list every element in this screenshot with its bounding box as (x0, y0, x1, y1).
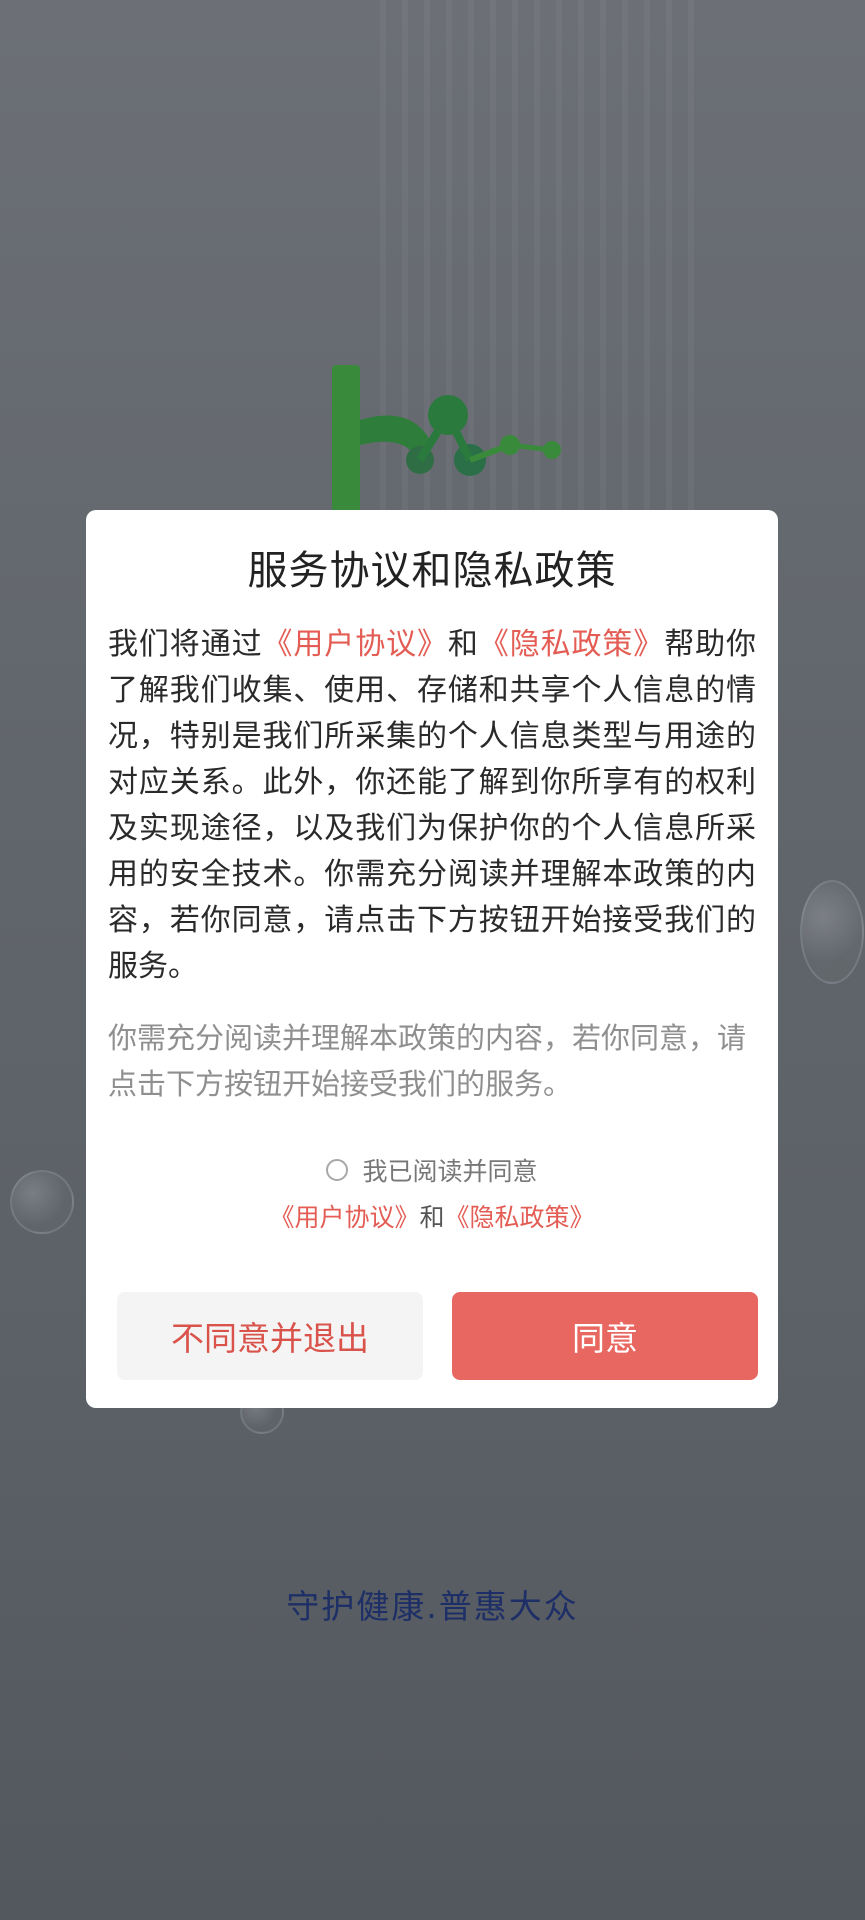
agree-checkbox-row[interactable]: 我已阅读并同意 (86, 1150, 778, 1190)
agree-radio-icon[interactable] (326, 1159, 349, 1181)
dialog-title: 服务协议和隐私政策 (247, 548, 617, 594)
body-text-part: 我们将通过 (108, 627, 263, 662)
app-logo-icon (332, 365, 561, 515)
user-agreement-link[interactable]: 《用户协议》 (263, 627, 448, 662)
agree-links: 《用户协议》和《隐私政策》 (86, 1198, 778, 1234)
agree-label: 我已阅读并同意 (362, 1157, 538, 1186)
policy-body-text: 我们将通过《用户协议》和《隐私政策》帮助你了解我们收集、使用、存储和共享个人信息… (108, 622, 756, 990)
agree-privacy-policy-link[interactable]: 《隐私政策》 (445, 1203, 595, 1232)
decline-exit-button[interactable]: 不同意并退出 (117, 1292, 423, 1380)
privacy-policy-link[interactable]: 《隐私政策》 (479, 627, 664, 662)
agree-button[interactable]: 同意 (452, 1292, 758, 1380)
water-drop-decoration (800, 880, 864, 984)
privacy-policy-dialog: 服务协议和隐私政策 我们将通过《用户协议》和《隐私政策》帮助你了解我们收集、使用… (86, 510, 778, 1408)
agree-user-agreement-link[interactable]: 《用户协议》 (269, 1203, 419, 1232)
app-slogan: 守护健康.普惠大众 (286, 1587, 579, 1626)
body-text-part: 帮助你了解我们收集、使用、存储和共享个人信息的情况，特别是我们所采集的个人信息类… (108, 627, 757, 984)
body-text-part: 和 (447, 627, 479, 662)
agree-and-text: 和 (419, 1203, 445, 1232)
policy-note-text: 你需充分阅读并理解本政策的内容，若你同意，请点击下方按钮开始接受我们的服务。 (108, 1021, 747, 1101)
water-drop-decoration (10, 1170, 74, 1234)
